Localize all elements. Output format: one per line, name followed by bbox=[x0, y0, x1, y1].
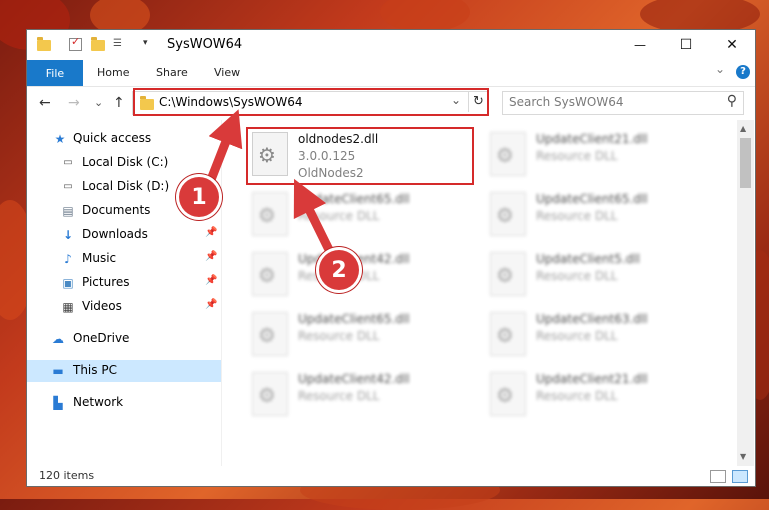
callout-step-1: 1 bbox=[179, 177, 219, 217]
instruction-arrows bbox=[200, 109, 340, 267]
callout-step-2: 2 bbox=[319, 250, 359, 290]
